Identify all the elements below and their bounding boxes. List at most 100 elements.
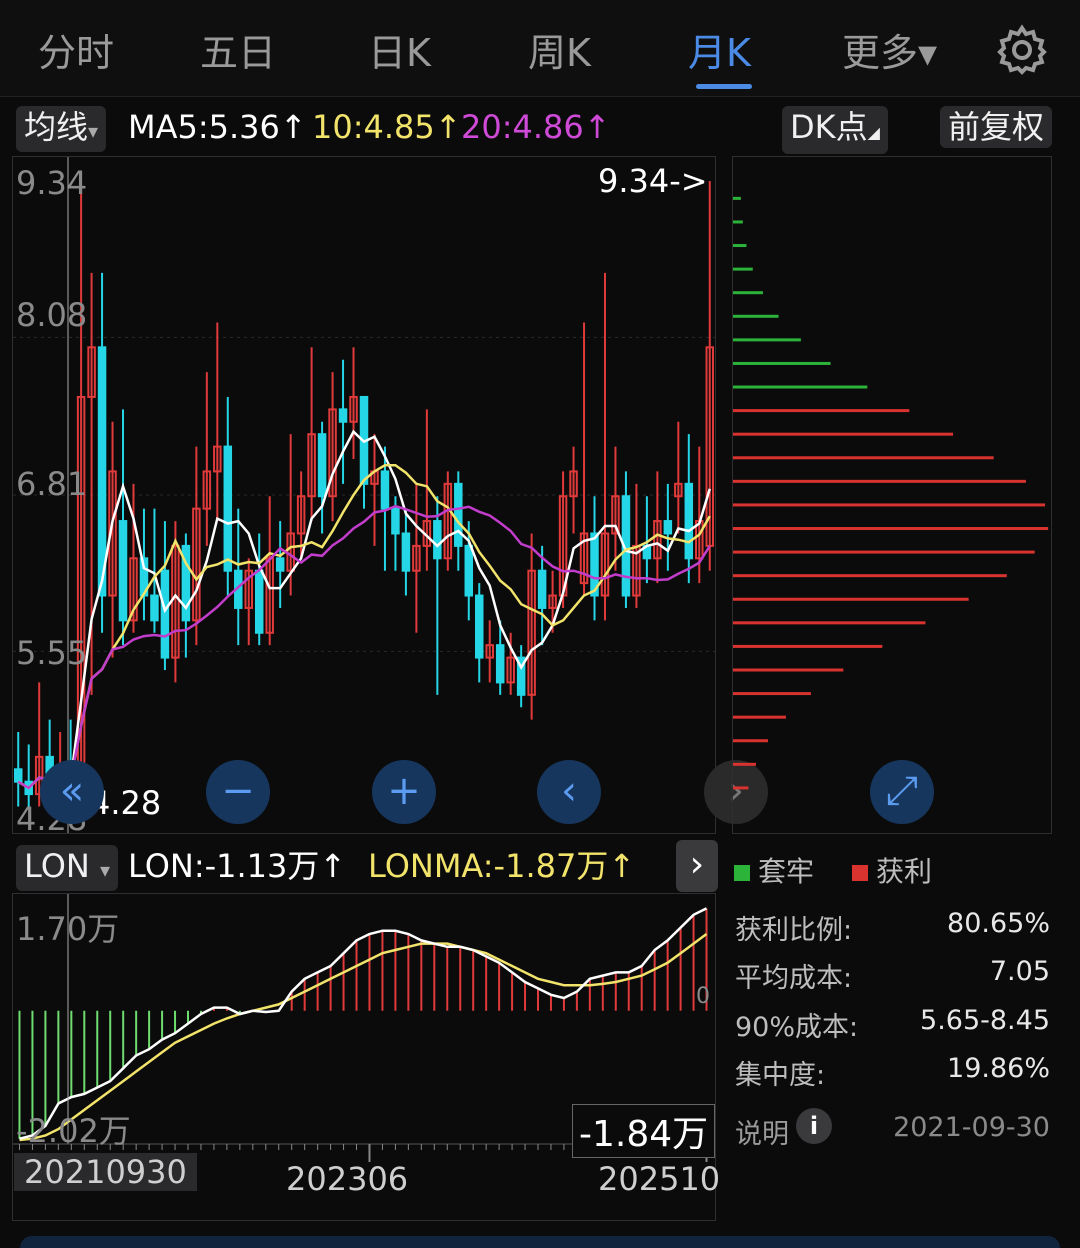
chip-bar <box>733 244 747 248</box>
explain-label: 说明 <box>735 1119 789 1150</box>
lon-tick-bottom: -2.02万 <box>16 1112 131 1150</box>
chip-bar <box>733 739 769 743</box>
price-tick-4: 5.55 <box>16 634 88 672</box>
zoom-in-button[interactable]: + <box>372 760 436 824</box>
candle-body <box>150 594 159 622</box>
price-chart-panel[interactable] <box>12 156 716 834</box>
stat-90-cost-value: 5.65-8.45 <box>920 1005 1050 1036</box>
chevron-down-icon: ▾ <box>88 119 99 143</box>
chevron-down-icon: ▾ <box>99 858 111 882</box>
gear-icon[interactable] <box>996 24 1048 76</box>
chip-bar <box>733 385 868 389</box>
lon-value: LON:-1.13万↑ <box>128 847 347 885</box>
candle-body <box>275 557 285 572</box>
chip-bar <box>733 692 811 696</box>
chip-bar <box>733 597 969 601</box>
ma10-value: 10:4.85↑ <box>312 108 462 146</box>
zoom-out-button[interactable]: − <box>206 760 270 824</box>
chip-bar <box>733 220 743 224</box>
ma-selector-label: 均线 <box>24 108 89 146</box>
lon-tick-top: 1.70万 <box>16 910 120 948</box>
scroll-left-button[interactable]: ‹ <box>537 760 601 824</box>
tab-monthly-k[interactable]: 月K <box>688 22 751 77</box>
adjust-price-button[interactable]: 前复权 <box>940 106 1053 148</box>
candle-body <box>495 644 505 684</box>
legend-profit: 获利 <box>852 850 932 890</box>
chip-bar <box>733 668 844 672</box>
candle-body <box>663 520 673 535</box>
chip-bar <box>733 361 831 365</box>
price-tick-3: 6.81 <box>16 465 88 503</box>
chip-distribution-panel <box>732 156 1052 834</box>
chip-bar <box>733 644 883 648</box>
info-icon[interactable]: i <box>796 1108 832 1144</box>
candle-body <box>13 768 23 783</box>
chip-bar <box>733 432 954 436</box>
chip-bar <box>733 456 994 460</box>
axis-date-end: 202510 <box>598 1160 721 1198</box>
chip-bar <box>733 291 763 295</box>
legend-profit-label: 获利 <box>876 855 933 888</box>
chip-bar <box>733 550 1035 554</box>
ma-selector[interactable]: 均线▾ <box>16 106 107 152</box>
expand-indicator-button[interactable]: › <box>676 840 718 892</box>
candle-body <box>433 520 442 560</box>
candle-body <box>97 346 107 597</box>
tab-intraday[interactable]: 分时 <box>38 22 114 77</box>
tab-more[interactable]: 更多▾ <box>842 22 937 77</box>
active-tab-indicator <box>696 84 752 89</box>
ma20-value: 20:4.86↑ <box>461 108 611 146</box>
stat-profit-ratio-label: 获利比例: <box>735 915 853 946</box>
candle-body <box>537 569 547 609</box>
lon-selector-label: LON <box>24 847 90 885</box>
candle-body <box>317 433 327 498</box>
candle-body <box>475 594 484 659</box>
scroll-start-button[interactable]: « <box>40 760 104 824</box>
chip-bar <box>733 314 779 318</box>
candle-body <box>391 507 400 535</box>
lon-current-value: -1.84万 <box>572 1104 716 1158</box>
tab-five-day[interactable]: 五日 <box>200 22 276 77</box>
chip-bar <box>733 338 801 342</box>
stat-profit-ratio-value: 80.65% <box>947 908 1050 939</box>
candle-body <box>401 532 411 572</box>
chip-bar <box>733 503 1046 507</box>
candle-body <box>380 470 390 510</box>
candle-body <box>454 482 463 547</box>
corner-triangle-icon: ◢ <box>867 123 880 142</box>
tab-weekly-k[interactable]: 周K <box>528 22 591 77</box>
chip-bar <box>733 196 741 200</box>
price-tick-1: 9.34 <box>16 164 88 202</box>
bottom-panel-edge <box>20 1236 1060 1248</box>
price-tick-2: 8.08 <box>16 296 88 334</box>
tab-daily-k[interactable]: 日K <box>368 22 431 77</box>
high-price-marker: 9.34-> <box>598 162 708 200</box>
trapped-swatch <box>734 865 750 881</box>
chip-distribution-chart <box>733 196 1049 790</box>
legend-trapped-label: 套牢 <box>758 855 815 888</box>
lonma-value: LONMA:-1.87万↑ <box>368 847 636 885</box>
chip-bar <box>733 574 1007 578</box>
stat-90-cost-label: 90%成本: <box>735 1012 859 1043</box>
lon-tick-zero: 0 <box>696 984 710 1009</box>
dk-point-label: DK点 <box>790 108 868 146</box>
ma10-line <box>17 463 711 790</box>
chip-bar <box>733 621 926 625</box>
chip-bar <box>733 715 786 719</box>
chip-date: 2021-09-30 <box>893 1112 1050 1143</box>
candle-body <box>684 482 694 560</box>
chip-bar <box>733 527 1049 531</box>
axis-date-mid: 202306 <box>286 1160 409 1198</box>
profit-swatch <box>852 865 868 881</box>
chip-bar <box>733 267 753 271</box>
chip-bar <box>733 762 756 766</box>
candle-body <box>223 445 233 572</box>
candlestick-chart <box>13 157 715 833</box>
candle-body <box>160 569 170 659</box>
stat-concentration-value: 19.86% <box>947 1053 1050 1084</box>
dk-point-button[interactable]: DK点◢ <box>782 106 888 154</box>
candle-body <box>464 544 474 597</box>
stat-avg-cost-value: 7.05 <box>989 956 1050 987</box>
lon-selector[interactable]: LON ▾ <box>16 845 119 891</box>
cursor-date: 20210930 <box>14 1153 197 1191</box>
